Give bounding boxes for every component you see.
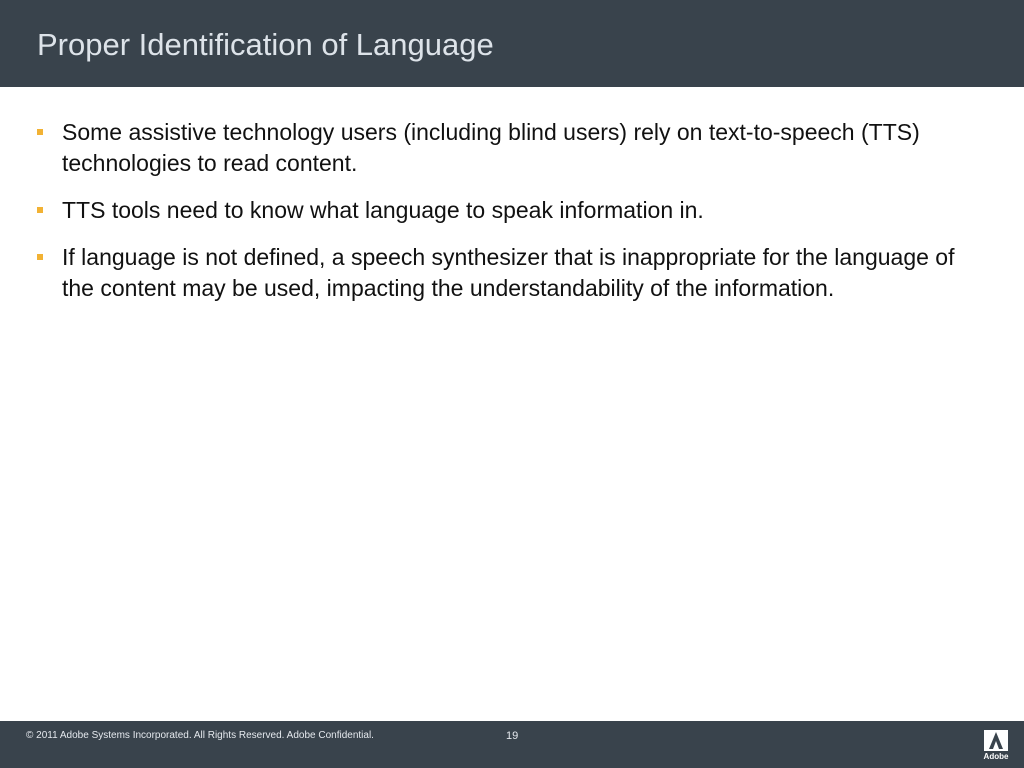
slide-title: Proper Identification of Language [37, 27, 494, 62]
square-bullet-icon [37, 254, 43, 260]
bullet-text: TTS tools need to know what language to … [62, 197, 704, 223]
bullet-item: TTS tools need to know what language to … [36, 195, 966, 226]
slide-footer: © 2011 Adobe Systems Incorporated. All R… [0, 721, 1024, 768]
adobe-logo-icon: Adobe [982, 730, 1010, 764]
adobe-logo-mark [984, 730, 1008, 751]
bullet-text: If language is not defined, a speech syn… [62, 244, 955, 301]
square-bullet-icon [37, 207, 43, 213]
bullet-text: Some assistive technology users (includi… [62, 119, 920, 176]
bullet-item: Some assistive technology users (includi… [36, 117, 966, 179]
page-number: 19 [506, 730, 519, 742]
bullet-item: If language is not defined, a speech syn… [36, 242, 966, 304]
copyright-notice: © 2011 Adobe Systems Incorporated. All R… [26, 730, 374, 741]
bullet-list: Some assistive technology users (includi… [36, 117, 966, 320]
square-bullet-icon [37, 129, 43, 135]
slide-header: Proper Identification of Language [0, 0, 1024, 87]
logo-text: Adobe [983, 752, 1009, 761]
